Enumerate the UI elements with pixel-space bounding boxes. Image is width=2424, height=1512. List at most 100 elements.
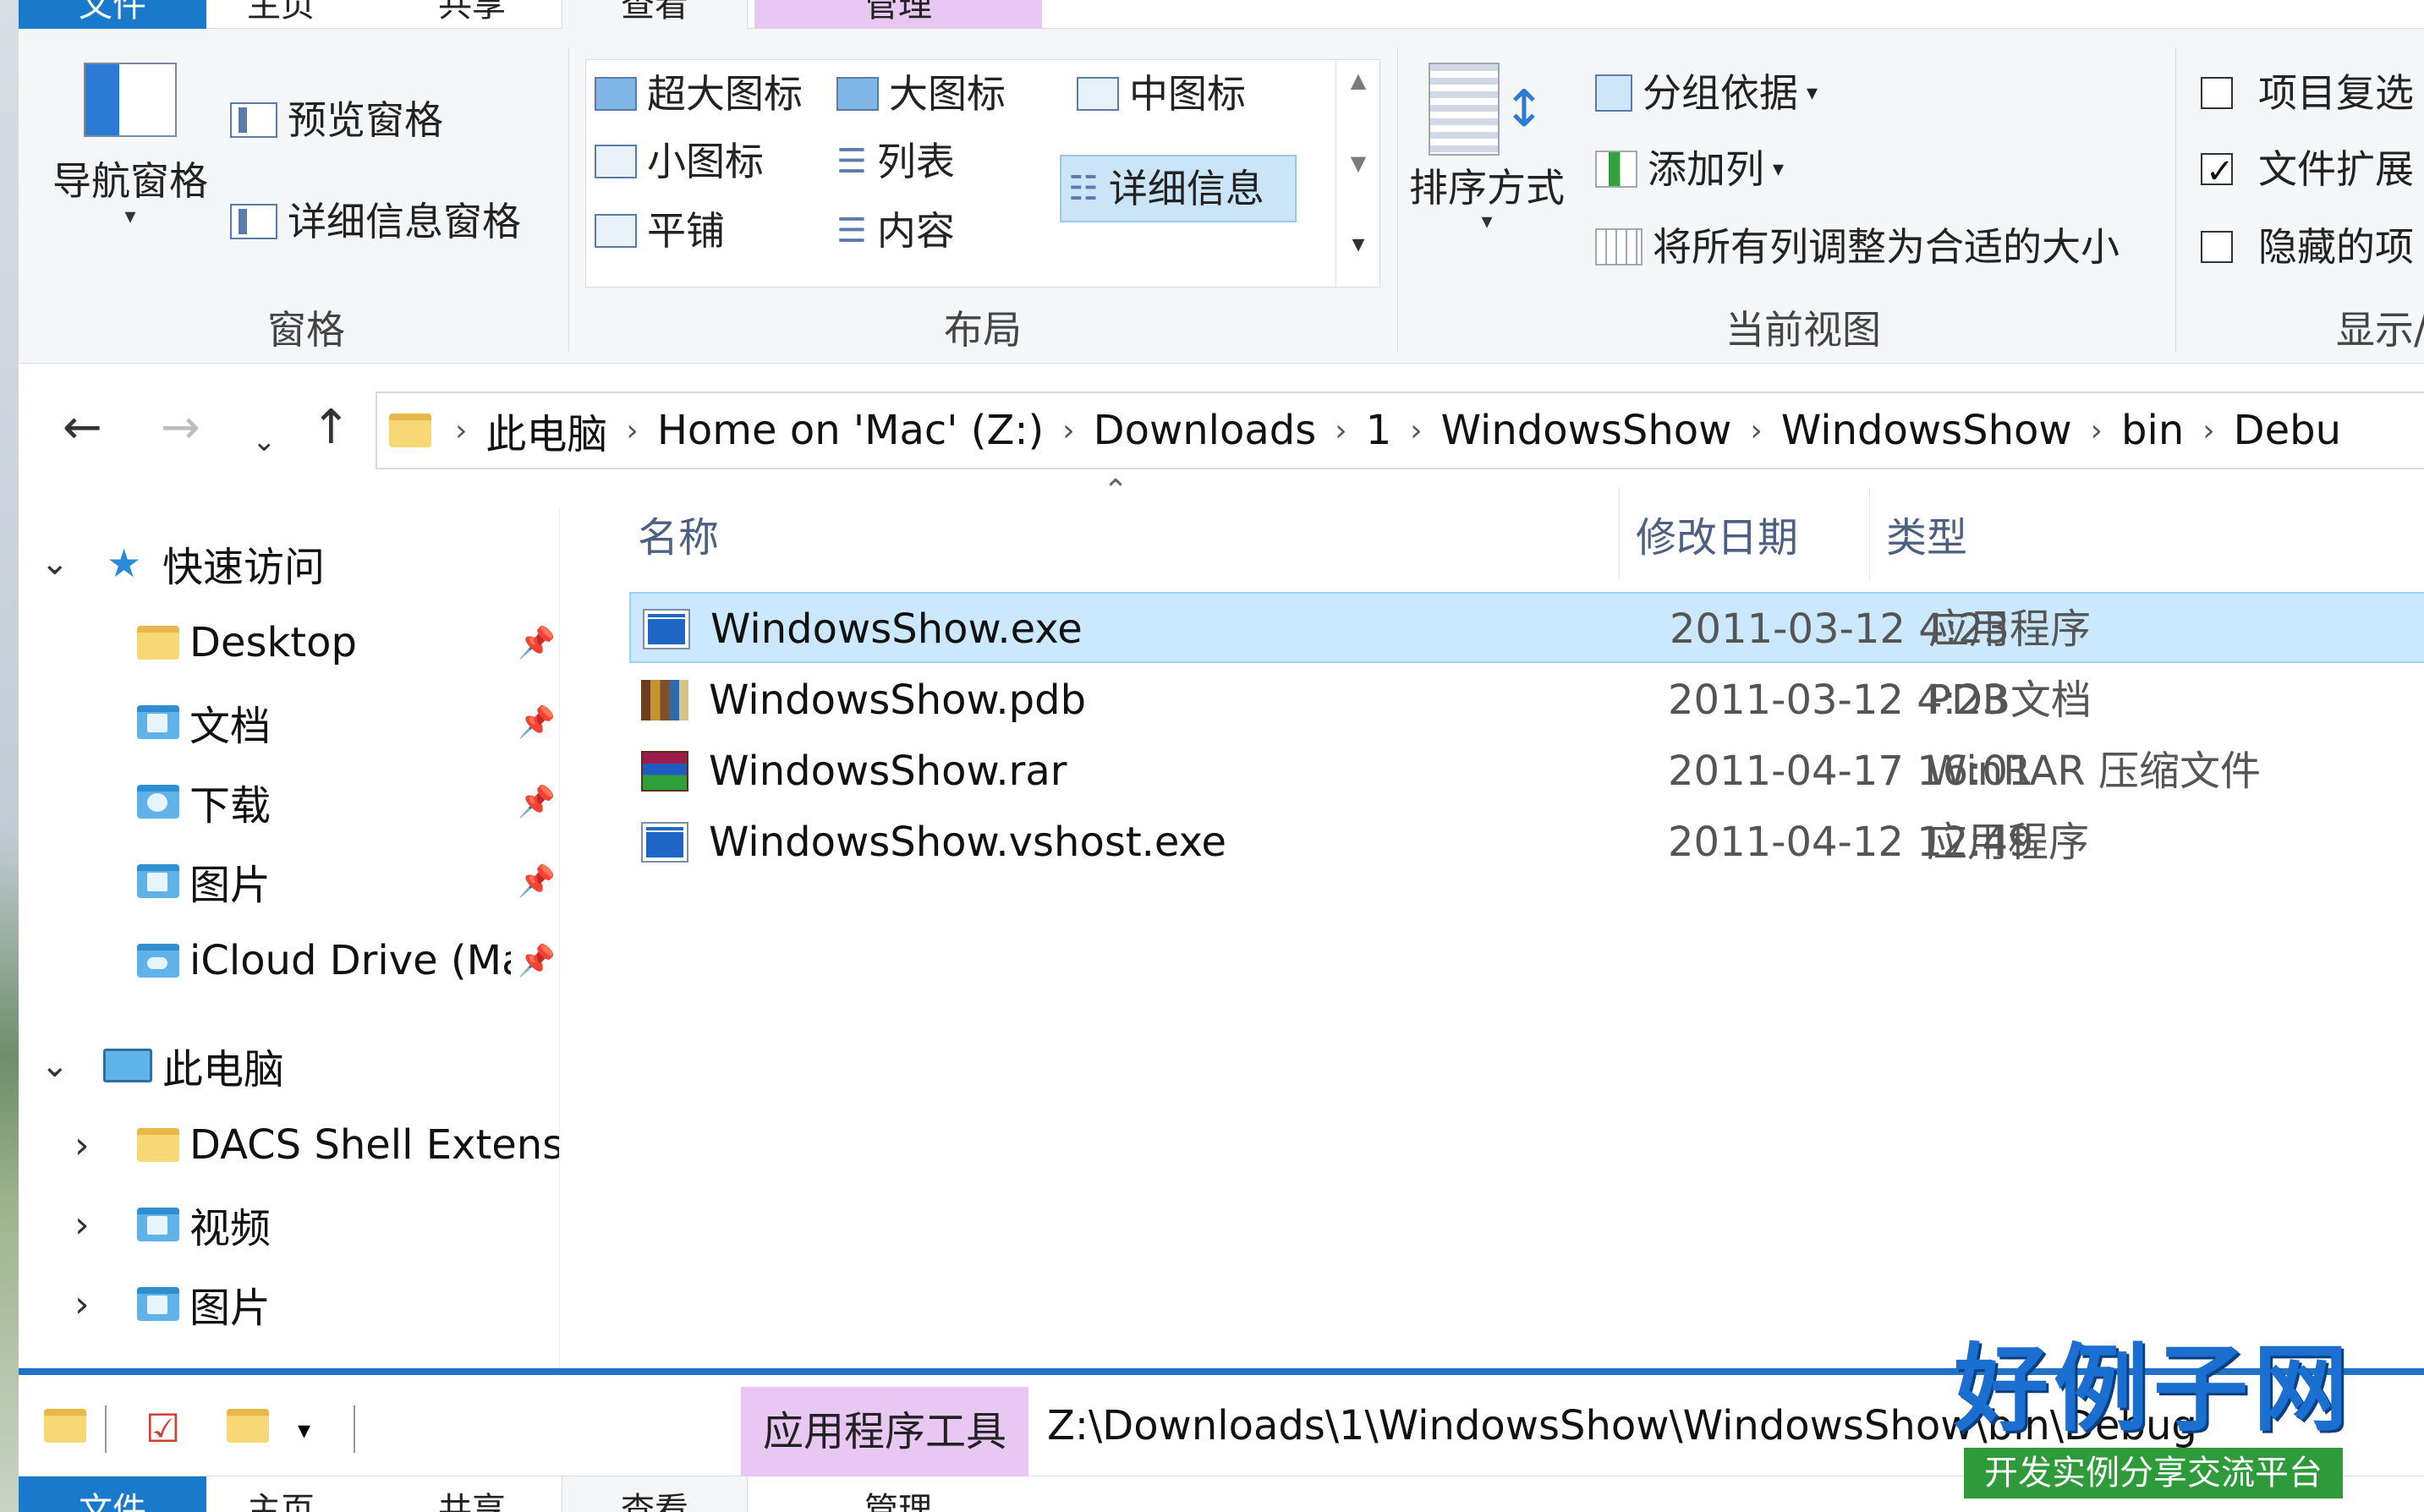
- file-row[interactable]: WindowsShow.rar 2011-04-17 16:01 WinRAR …: [629, 736, 2424, 807]
- breadcrumb-downloads[interactable]: Downloads: [1094, 407, 1317, 454]
- nav-quick-access[interactable]: ⌄ ★ 快速访问: [19, 526, 559, 600]
- forward-arrow-icon[interactable]: →: [161, 398, 200, 457]
- tab-file[interactable]: 文件: [19, 0, 206, 29]
- back-arrow-icon[interactable]: ←: [63, 398, 102, 457]
- recent-locations-chevron-icon[interactable]: ⌄: [252, 412, 277, 471]
- hidden-items-checkbox[interactable]: [2201, 231, 2233, 263]
- column-header-name[interactable]: 名称: [638, 504, 719, 572]
- preview-pane-button[interactable]: 预览窗格: [230, 95, 443, 145]
- tab-share[interactable]: 共享: [421, 0, 523, 29]
- file-extensions-label: 文件扩展: [2258, 146, 2414, 192]
- nav-item-desktop[interactable]: Desktop 📌: [19, 605, 559, 680]
- scroll-down-icon[interactable]: ▼: [1336, 151, 1380, 175]
- breadcrumb-1[interactable]: 1: [1366, 407, 1392, 454]
- customize-toolbar-chevron-icon[interactable]: ▾: [298, 1416, 310, 1445]
- details-pane-button[interactable]: 详细信息窗格: [230, 196, 521, 247]
- nav-this-pc[interactable]: ⌄ 此电脑: [19, 1028, 559, 1103]
- item-checkboxes-option[interactable]: 项目复选: [2201, 68, 2414, 118]
- breadcrumb-separator[interactable]: ›: [2202, 414, 2214, 448]
- breadcrumb-this-pc[interactable]: 此电脑: [485, 401, 607, 460]
- breadcrumb-windowsshow-inner[interactable]: WindowsShow: [1781, 407, 2072, 454]
- chevron-right-icon[interactable]: ›: [74, 1124, 90, 1167]
- breadcrumb-separator[interactable]: ›: [626, 414, 638, 448]
- layout-list[interactable]: ☰ 列表: [836, 136, 955, 187]
- size-all-columns-button[interactable]: 将所有列调整为合适的大小: [1595, 222, 2120, 272]
- layout-tiles[interactable]: 平铺: [595, 205, 725, 256]
- gallery-scrollbar[interactable]: ▲ ▼ ▾: [1335, 60, 1379, 287]
- breadcrumb-separator[interactable]: ›: [455, 414, 467, 448]
- breadcrumb-separator[interactable]: ›: [1335, 414, 1346, 448]
- column-header-modified[interactable]: 修改日期: [1636, 504, 1798, 572]
- nav-item-pictures[interactable]: 图片 📌: [19, 844, 559, 918]
- layout-small-icons[interactable]: 小图标: [595, 136, 764, 187]
- nav-item-downloads[interactable]: 下载 📌: [19, 764, 559, 839]
- scroll-up-icon[interactable]: ▲: [1336, 68, 1380, 92]
- column-header-type[interactable]: 类型: [1886, 504, 1967, 572]
- chevron-right-icon[interactable]: ›: [74, 1203, 90, 1246]
- breadcrumb-separator[interactable]: ›: [1062, 414, 1074, 448]
- address-bar[interactable]: › 此电脑 › Home on 'Mac' (Z:) › Downloads ›…: [376, 392, 2424, 469]
- breadcrumb-windowsshow[interactable]: WindowsShow: [1441, 407, 1732, 454]
- layout-content[interactable]: ☰ 内容: [836, 205, 955, 256]
- column-divider[interactable]: [1619, 487, 1620, 580]
- hidden-items-option[interactable]: 隐藏的项: [2201, 222, 2414, 272]
- layout-details[interactable]: ☷ 详细信息: [1068, 163, 1264, 214]
- context-tab-application-tools[interactable]: 应用程序工具: [741, 1387, 1028, 1476]
- breadcrumb-bin[interactable]: bin: [2121, 407, 2184, 454]
- column-divider[interactable]: [1869, 487, 1870, 580]
- breadcrumb-separator[interactable]: ›: [1410, 414, 1422, 448]
- chevron-down-icon[interactable]: ⌄: [41, 1046, 69, 1085]
- pin-icon[interactable]: 📌: [518, 625, 556, 660]
- nav-item-icloud-drive[interactable]: iCloud Drive (Ma 📌: [19, 923, 559, 998]
- gallery-expand-icon[interactable]: ▾: [1336, 229, 1380, 259]
- file-name: WindowsShow.exe: [710, 605, 1083, 653]
- file-row[interactable]: WindowsShow.exe 2011-03-12 4:23 应用程序: [629, 592, 2424, 663]
- nav-pc-item-dacs[interactable]: › DACS Shell Extensi: [19, 1108, 559, 1182]
- nav-item-label: 下载: [189, 782, 271, 830]
- file-row[interactable]: WindowsShow.pdb 2011-03-12 4:23 PDB文档: [629, 665, 2424, 736]
- nav-pc-item-videos[interactable]: › 视频: [19, 1187, 559, 1262]
- layout-small-label: 小图标: [647, 139, 764, 184]
- properties-icon[interactable]: ☑: [145, 1405, 180, 1451]
- nav-pane-icon: [84, 63, 177, 137]
- tab-manage[interactable]: 管理: [754, 1476, 1042, 1512]
- tab-home[interactable]: 主页: [230, 1476, 332, 1512]
- add-columns-button[interactable]: 添加列 ▾: [1595, 144, 1784, 194]
- group-by-button[interactable]: 分组依据 ▾: [1595, 68, 1818, 118]
- layout-medium-icons[interactable]: 中图标: [1077, 68, 1246, 119]
- chevron-down-icon: ▾: [1773, 156, 1785, 182]
- downloads-folder-icon: [137, 785, 179, 819]
- folder-icon: [137, 626, 179, 660]
- tab-manage[interactable]: 管理: [754, 0, 1042, 29]
- layout-large-icons[interactable]: 大图标: [836, 68, 1006, 119]
- breadcrumb-separator[interactable]: ›: [2091, 414, 2103, 448]
- up-arrow-icon[interactable]: ↑: [311, 398, 351, 457]
- chevron-down-icon[interactable]: ⌄: [41, 544, 69, 583]
- pin-icon[interactable]: 📌: [518, 784, 556, 819]
- tab-view[interactable]: 查看: [562, 0, 748, 29]
- tab-view[interactable]: 查看: [562, 1476, 748, 1512]
- nav-pane-button[interactable]: 导航窗格 ▾: [52, 63, 208, 227]
- tab-file[interactable]: 文件: [19, 1476, 206, 1512]
- file-extensions-checkbox[interactable]: [2201, 146, 2235, 197]
- sort-by-button[interactable]: ↕ 排序方式 ▾: [1409, 63, 1565, 233]
- tab-home[interactable]: 主页: [230, 0, 332, 29]
- breadcrumb-mac-drive[interactable]: Home on 'Mac' (Z:): [657, 407, 1044, 454]
- file-type: WinRAR 压缩文件: [1927, 748, 2262, 795]
- pin-icon[interactable]: 📌: [518, 863, 556, 899]
- pin-icon[interactable]: 📌: [518, 704, 556, 740]
- nav-item-documents[interactable]: 文档 📌: [19, 685, 559, 759]
- breadcrumb-debug[interactable]: Debu: [2234, 407, 2341, 454]
- item-checkboxes-checkbox[interactable]: [2201, 77, 2233, 109]
- chevron-right-icon[interactable]: ›: [74, 1283, 90, 1326]
- tab-share[interactable]: 共享: [421, 1476, 523, 1512]
- breadcrumb-separator[interactable]: ›: [1750, 414, 1762, 448]
- layout-extra-large-icons[interactable]: 超大图标: [595, 68, 803, 119]
- pin-icon[interactable]: 📌: [518, 943, 556, 978]
- folder-icon[interactable]: [44, 1409, 86, 1443]
- desktop-background: [0, 0, 19, 1512]
- new-folder-icon[interactable]: [227, 1409, 269, 1443]
- file-extensions-option[interactable]: 文件扩展: [2201, 144, 2414, 197]
- nav-pc-item-pictures[interactable]: › 图片: [19, 1267, 559, 1341]
- file-row[interactable]: WindowsShow.vshost.exe 2011-04-12 12:49 …: [629, 807, 2424, 878]
